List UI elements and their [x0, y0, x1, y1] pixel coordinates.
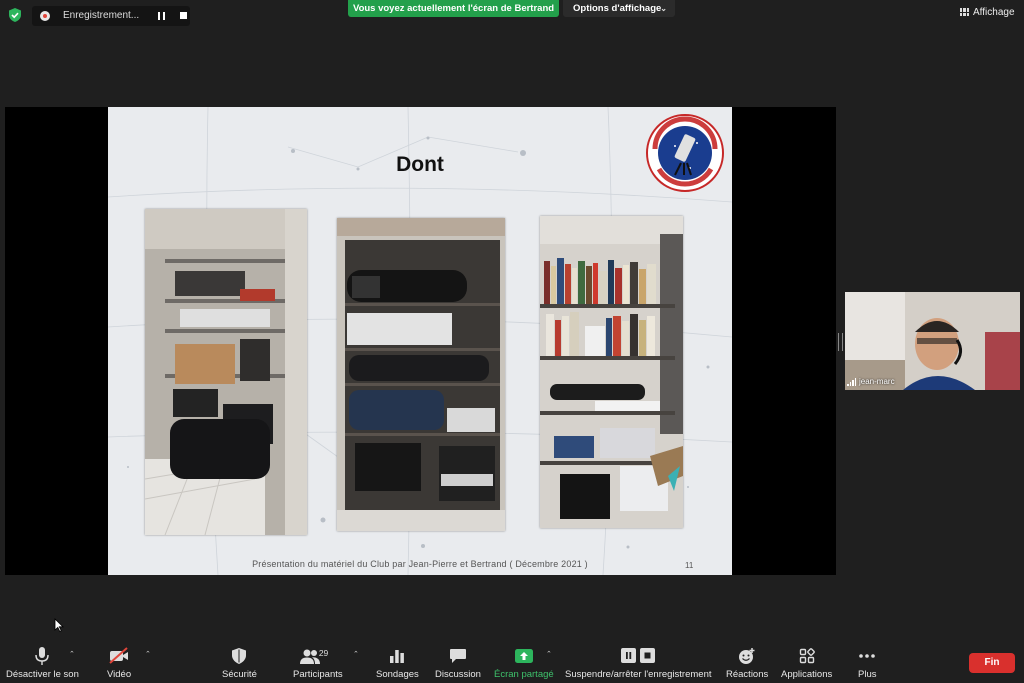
recording-label: Enregistrement...	[63, 10, 140, 21]
participant-video-feed	[845, 292, 1020, 390]
audio-options-chevron-icon[interactable]: ⌃	[69, 650, 75, 658]
video-options-chevron-icon[interactable]: ⌃	[145, 650, 151, 658]
chevron-down-icon: ⌄	[660, 4, 667, 13]
microphone-icon	[34, 646, 50, 666]
apps-icon	[799, 646, 815, 666]
end-meeting-button[interactable]: Fin	[969, 653, 1015, 673]
stop-recording-icon[interactable]	[180, 12, 187, 19]
recording-icon	[40, 11, 50, 21]
participants-icon: 29	[298, 646, 338, 666]
shield-icon	[231, 646, 247, 666]
share-screen-icon	[514, 646, 534, 666]
view-button-label: Affichage	[973, 6, 1015, 18]
video-label: Vidéo	[107, 669, 132, 680]
chat-button[interactable]: Discussion	[435, 646, 481, 680]
share-screen-button[interactable]: Écran partagé	[494, 646, 554, 680]
view-button[interactable]: Affichage	[960, 5, 1015, 19]
cabinet-photo-1	[145, 209, 307, 535]
polls-label: Sondages	[376, 669, 419, 680]
apps-button[interactable]: Applications	[781, 646, 832, 680]
slide-page-number: 11	[685, 561, 694, 570]
chat-bubble-icon	[449, 646, 467, 666]
reactions-button[interactable]: Réactions	[726, 646, 768, 680]
presentation-slide: Dont Présentation du matériel du Club pa…	[108, 107, 732, 575]
more-label: Plus	[858, 669, 877, 680]
slide-title: Dont	[396, 153, 444, 176]
more-dots-icon	[858, 646, 876, 666]
participants-button[interactable]: 29 Participants	[293, 646, 343, 680]
apps-label: Applications	[781, 669, 833, 680]
smiley-plus-icon	[738, 646, 756, 666]
pause-recording-icon[interactable]	[158, 12, 166, 20]
participant-video-tile[interactable]: jean-marc	[845, 292, 1020, 390]
participant-name-label: jean-marc	[847, 377, 895, 386]
security-button[interactable]: Sécurité	[222, 646, 257, 680]
video-off-icon	[108, 646, 130, 666]
grid-view-icon	[960, 8, 969, 16]
participants-count: 29	[318, 648, 329, 658]
mouse-cursor-icon	[54, 618, 64, 632]
participants-options-chevron-icon[interactable]: ⌃	[353, 650, 359, 658]
cabinet-photo-2	[337, 218, 505, 531]
panel-resize-handle[interactable]	[838, 333, 843, 351]
participants-label: Participants	[293, 669, 343, 680]
bar-chart-icon	[389, 646, 405, 666]
chat-label: Discussion	[435, 669, 481, 680]
polls-button[interactable]: Sondages	[376, 646, 419, 680]
slide-footer: Présentation du matériel du Club par Jea…	[252, 559, 588, 569]
mute-label: Désactiver le son	[6, 669, 79, 680]
shared-screen: Dont Présentation du matériel du Club pa…	[5, 107, 836, 575]
participant-name: jean-marc	[859, 377, 895, 386]
share-screen-label: Écran partagé	[494, 669, 554, 680]
mute-button[interactable]: Désactiver le son	[6, 646, 79, 680]
cabinet-photo-3	[540, 216, 683, 528]
pause-stop-icon	[620, 646, 656, 666]
video-button[interactable]: Vidéo	[107, 646, 131, 680]
reactions-label: Réactions	[726, 669, 769, 680]
recording-bar: Enregistrement...	[32, 6, 190, 26]
share-options-chevron-icon[interactable]: ⌃	[546, 650, 552, 658]
security-shield-icon[interactable]	[7, 7, 23, 23]
security-label: Sécurité	[222, 669, 257, 680]
more-button[interactable]: Plus	[858, 646, 876, 680]
meeting-toolbar: Désactiver le son ⌃ Vidéo ⌃ Sécurité 29 …	[0, 641, 1024, 683]
pause-stop-recording-button[interactable]: Suspendre/arrêter l'enregistrement	[565, 646, 712, 680]
view-options-button[interactable]: Options d'affichage ⌄	[563, 0, 675, 17]
record-label: Suspendre/arrêter l'enregistrement	[565, 669, 712, 680]
signal-strength-icon	[847, 377, 856, 386]
screen-share-banner: Vous voyez actuellement l'écran de Bertr…	[348, 0, 559, 17]
view-options-label: Options d'affichage	[573, 3, 662, 14]
